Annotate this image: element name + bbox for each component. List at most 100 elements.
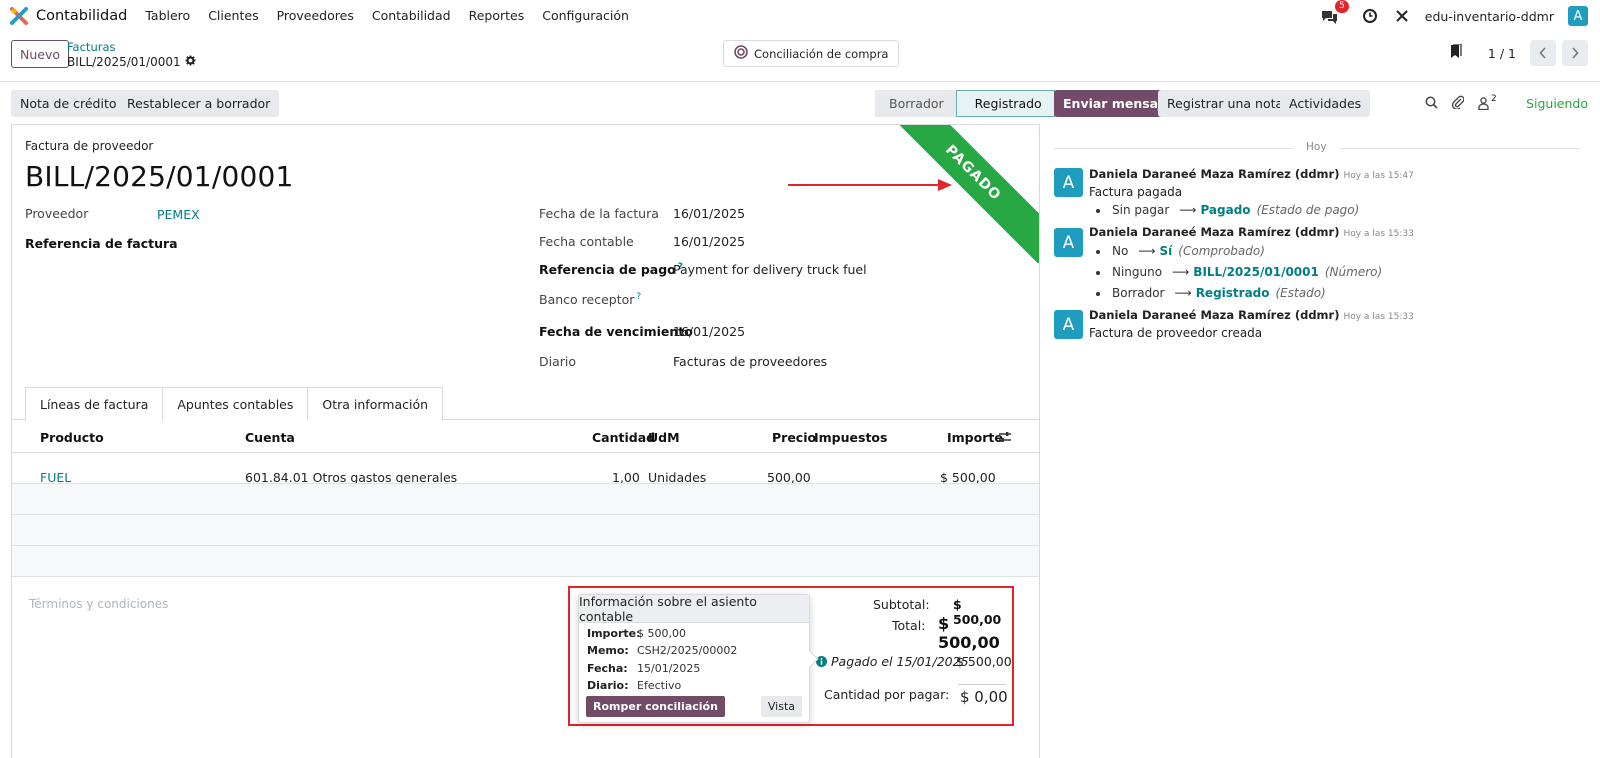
due-date-label: Fecha de vencimiento <box>539 324 693 339</box>
message-time: Hoy a las 15:47 <box>1343 171 1414 181</box>
due-date-field[interactable]: 16/01/2025 <box>673 324 745 339</box>
amount-due-value: $ 0,00 <box>960 688 1008 706</box>
status-posted[interactable]: Registrado <box>955 90 1055 117</box>
vendor-label: Proveedor <box>25 206 89 221</box>
column-header-taxes[interactable]: Impuestos <box>814 430 887 445</box>
following-button[interactable]: Siguiendo <box>1526 96 1588 111</box>
menu-proveedores[interactable]: Proveedores <box>277 8 354 23</box>
pager-next-button[interactable] <box>1562 40 1588 66</box>
menu-reportes[interactable]: Reportes <box>469 8 525 23</box>
tab-journal-items[interactable]: Apuntes contables <box>162 387 309 420</box>
date-separator: Hoy <box>1054 140 1580 156</box>
log-note-button[interactable]: Registrar una nota <box>1158 90 1293 117</box>
arrow-right-icon: ⟶ <box>1179 203 1197 217</box>
row-divider <box>12 576 1039 577</box>
annotation-arrow-icon <box>788 179 952 191</box>
tracking-field-name: (Estado de pago) <box>1256 203 1360 217</box>
empty-row <box>12 515 1039 545</box>
breadcrumb-parent-link[interactable]: Facturas <box>67 40 196 54</box>
payment-reference-label: Referencia de pago? <box>539 262 683 277</box>
chatter-toolbar-icons: 2 <box>1425 94 1497 112</box>
message-body: Factura de proveedor creada <box>1089 326 1263 340</box>
column-header-price[interactable]: Precio <box>772 430 816 445</box>
tools-icon[interactable] <box>1393 7 1411 25</box>
payment-reference-field[interactable]: Payment for delivery truck fuel <box>673 262 867 277</box>
company-switcher[interactable]: edu-inventario-ddmr <box>1425 9 1554 24</box>
pager-previous-button[interactable] <box>1530 40 1556 66</box>
vendor-field[interactable]: PEMEX <box>157 207 200 222</box>
menu-contabilidad[interactable]: Contabilidad <box>372 8 451 23</box>
user-avatar[interactable]: A <box>1568 6 1588 26</box>
followers-count: 2 <box>1491 94 1497 104</box>
date-separator-label: Hoy <box>1306 141 1327 153</box>
tab-invoice-lines[interactable]: Líneas de factura <box>25 387 164 421</box>
date-separator-line <box>1054 148 1294 149</box>
tracking-old-value: Borrador <box>1112 286 1165 300</box>
accounting-date-field[interactable]: 16/01/2025 <box>673 234 745 249</box>
tracking-new-value: BILL/2025/01/0001 <box>1193 265 1319 279</box>
activities-button[interactable]: Actividades <box>1280 90 1371 117</box>
column-header-quantity[interactable]: Cantidad <box>592 430 655 445</box>
author-avatar[interactable]: A <box>1054 168 1083 197</box>
column-header-amount[interactable]: Importe <box>947 430 1003 445</box>
app-brand[interactable]: Contabilidad <box>10 6 128 25</box>
receiving-bank-label: Banco receptor? <box>539 292 641 307</box>
tracking-old-value: Ninguno <box>1112 265 1163 279</box>
amount-due-label: Cantidad por pagar: <box>824 687 950 702</box>
paid-on-label: Pagado el 15/01/2025 <box>831 654 969 669</box>
credit-note-button[interactable]: Nota de crédito <box>11 90 126 117</box>
bookmark-icon[interactable] <box>1450 43 1462 62</box>
invoice-date-field[interactable]: 16/01/2025 <box>673 206 745 221</box>
invoice-date-label: Fecha de la factura <box>539 206 659 221</box>
popover-amount-value: $ 500,00 <box>637 627 686 640</box>
paid-ribbon: PAGADO <box>882 125 1039 264</box>
journal-field[interactable]: Facturas de proveedores <box>673 354 827 369</box>
optional-columns-icon[interactable] <box>999 431 1011 446</box>
empty-row <box>12 484 1039 514</box>
pager-value[interactable]: 1 / 1 <box>1488 46 1516 61</box>
help-icon[interactable]: ? <box>636 292 641 302</box>
break-reconciliation-button[interactable]: Romper conciliación <box>586 696 725 717</box>
clock-icon[interactable] <box>1361 7 1379 25</box>
menu-tablero[interactable]: Tablero <box>145 8 190 23</box>
paperclip-icon[interactable] <box>1451 95 1465 112</box>
messages-count-badge: 5 <box>1335 0 1349 13</box>
menu-clientes[interactable]: Clientes <box>208 8 258 23</box>
messaging-icon[interactable]: 5 <box>1321 0 1349 25</box>
tracking-field-name: (Comprobado) <box>1178 244 1265 258</box>
column-header-account[interactable]: Cuenta <box>245 430 295 445</box>
new-button[interactable]: Nuevo <box>11 40 70 68</box>
bill-number-title: BILL/2025/01/0001 <box>25 160 294 193</box>
search-icon[interactable] <box>1425 96 1438 112</box>
control-panel: Nuevo Facturas BILL/2025/01/0001 Concili… <box>0 32 1600 82</box>
followers-button[interactable]: 2 <box>1478 94 1497 110</box>
chevron-left-icon <box>1539 47 1546 59</box>
accounting-date-label: Fecha contable <box>539 234 634 249</box>
popover-date-label: Fecha: <box>587 662 628 675</box>
gear-icon[interactable] <box>185 55 196 69</box>
message-author-name[interactable]: Daniela Daraneé Maza Ramírez (ddmr) <box>1089 167 1339 181</box>
popover-journal-label: Diario: <box>587 679 629 692</box>
column-header-uom[interactable]: UdM <box>648 430 680 445</box>
terms-and-conditions-field[interactable]: Términos y condiciones <box>29 597 168 611</box>
author-avatar[interactable]: A <box>1054 310 1083 339</box>
tracking-field-name: (Estado) <box>1275 286 1326 300</box>
bullet <box>1096 208 1100 213</box>
menu-configuracion[interactable]: Configuración <box>542 8 629 23</box>
view-entry-button[interactable]: Vista <box>760 696 802 717</box>
arrow-right-icon: ⟶ <box>1172 265 1190 279</box>
message-author-name[interactable]: Daniela Daraneé Maza Ramírez (ddmr) <box>1089 308 1339 322</box>
tab-other-info[interactable]: Otra información <box>307 387 444 420</box>
author-avatar[interactable]: A <box>1054 228 1083 257</box>
payment-reference-label-text: Referencia de pago <box>539 262 676 278</box>
document-type-label: Factura de proveedor <box>25 139 154 153</box>
message-author: Daniela Daraneé Maza Ramírez (ddmr) Hoy a… <box>1089 225 1414 239</box>
purchase-reconciliation-button[interactable]: Conciliación de compra <box>723 40 900 67</box>
app-name: Contabilidad <box>36 7 128 24</box>
date-separator-line <box>1340 148 1580 149</box>
reset-to-draft-button[interactable]: Restablecer a borrador <box>118 90 280 117</box>
column-header-product[interactable]: Producto <box>40 430 104 445</box>
popover-memo-value: CSH2/2025/00002 <box>637 644 738 657</box>
status-draft[interactable]: Borrador <box>875 90 956 117</box>
message-author-name[interactable]: Daniela Daraneé Maza Ramírez (ddmr) <box>1089 225 1339 239</box>
